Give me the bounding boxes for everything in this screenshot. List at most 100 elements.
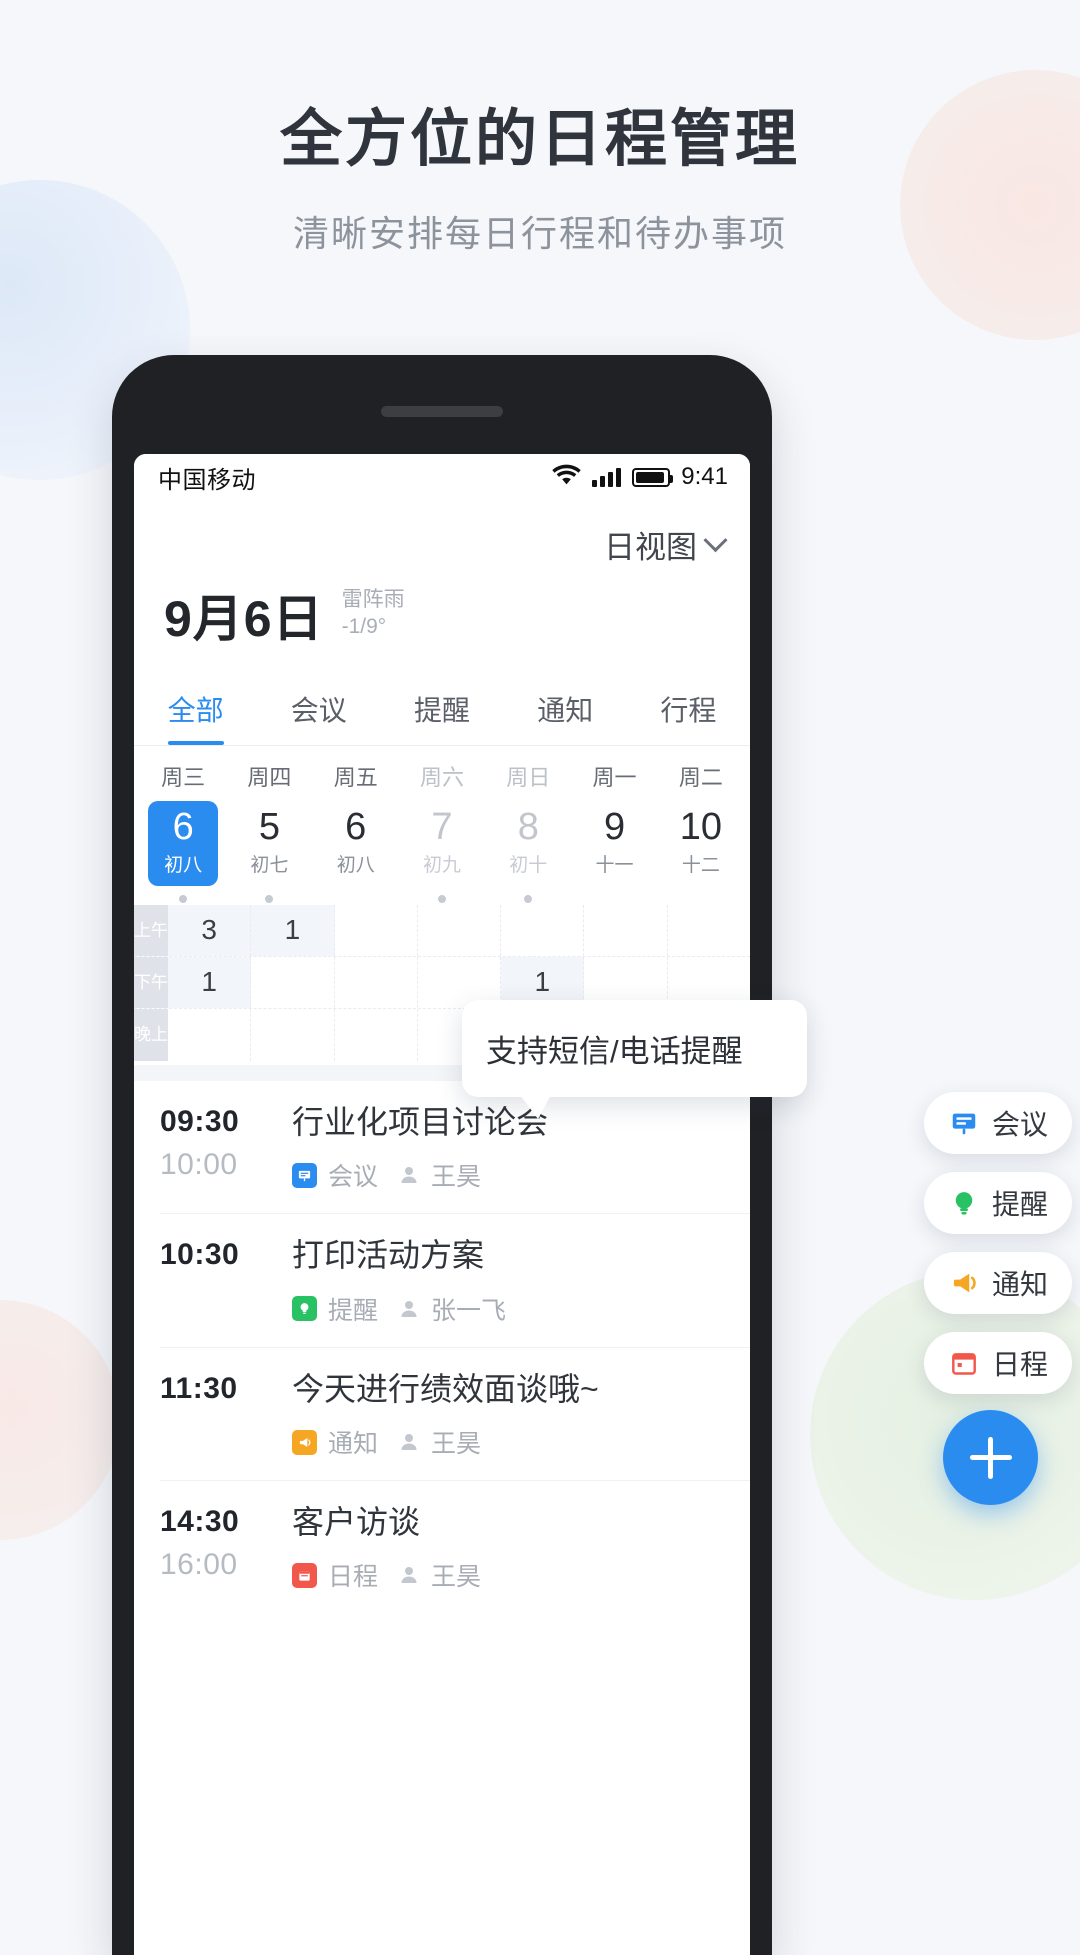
time-range: 14:30 16:00: [160, 1503, 268, 1593]
weekday-name: 周六: [419, 765, 464, 790]
status-icons: 9:41: [552, 463, 728, 491]
weather-temperature: -1/9°: [341, 615, 387, 639]
wifi-icon: [552, 464, 581, 490]
person-icon: [398, 1298, 420, 1320]
grid-cell[interactable]: [501, 904, 585, 956]
grid-cell[interactable]: 3: [168, 904, 252, 956]
period-label-evening: 晚上: [134, 1008, 168, 1061]
event-title: 打印活动方案: [292, 1237, 485, 1274]
grid-cell[interactable]: [584, 904, 668, 956]
weekday-dates-row: 6 初八 5 初七 6 初八 7 初九 8 初十 9 十一 10 十二: [140, 801, 744, 903]
weekday-name: 周四: [247, 765, 292, 790]
view-selector[interactable]: 日视图: [160, 500, 728, 567]
period-label-morning: 上午: [134, 904, 168, 956]
tab-all[interactable]: 全部: [134, 677, 257, 745]
day-pill[interactable]: 10 十二: [666, 801, 736, 886]
week-day-cell-5[interactable]: 9 十一: [571, 801, 657, 903]
day-lunar: 十一: [595, 854, 634, 876]
list-item[interactable]: 11:30 今天进行绩效面谈哦~ 通知 王昊: [160, 1348, 750, 1482]
event-person: 王昊: [431, 1563, 482, 1592]
chip-schedule[interactable]: 日程: [924, 1332, 1072, 1394]
time-range: 11:30: [160, 1370, 268, 1460]
phone-mockup: 中国移动 9:41 日视图 9月6日 雷阵雨 -1/9° 全部 会议 提醒 通知…: [112, 355, 772, 1955]
tab-reminder[interactable]: 提醒: [380, 677, 503, 745]
person-icon: [398, 1431, 420, 1453]
period-label-afternoon: 下午: [134, 956, 168, 1008]
status-time: 9:41: [681, 463, 728, 490]
feature-callout-tooltip: 支持短信/电话提醒: [462, 1000, 807, 1119]
page-subtitle: 清晰安排每日行程和待办事项: [292, 213, 787, 255]
grid-cell[interactable]: [251, 1008, 335, 1061]
weekday-name: 周二: [678, 765, 723, 790]
grid-cell[interactable]: [168, 1008, 252, 1061]
meeting-icon: [949, 1108, 979, 1138]
add-event-fab[interactable]: [943, 1410, 1038, 1505]
week-day-cell-4[interactable]: 8 初十: [485, 801, 571, 903]
grid-cell[interactable]: 1: [251, 904, 335, 956]
event-dot: [265, 894, 274, 903]
grid-cell[interactable]: [335, 904, 418, 956]
event-dot: [179, 894, 188, 903]
day-number: 5: [258, 806, 280, 848]
weather-description: 雷阵雨: [341, 588, 405, 612]
day-pill[interactable]: 5 初七: [234, 801, 304, 886]
grid-cell[interactable]: [335, 1008, 418, 1061]
list-item[interactable]: 09:30 10:00 行业化项目讨论会 会议 王昊: [160, 1081, 750, 1215]
view-selector-label: 日视图: [604, 530, 697, 565]
list-item[interactable]: 10:30 打印活动方案 提醒 张一飞: [160, 1214, 750, 1348]
tab-trip[interactable]: 行程: [627, 677, 750, 745]
event-title: 今天进行绩效面谈哦~: [292, 1370, 599, 1407]
week-day-cell-2[interactable]: 6 初八: [313, 801, 399, 903]
chip-reminder[interactable]: 提醒: [924, 1172, 1072, 1234]
signal-bars-icon: [592, 467, 622, 487]
day-pill-selected[interactable]: 6 初八: [148, 801, 219, 886]
week-day-cell-6[interactable]: 10 十二: [658, 801, 744, 903]
day-number: 9: [603, 806, 626, 848]
week-day-cell-0[interactable]: 6 初八: [140, 801, 226, 903]
week-strip: 周三 周四 周五 周六 周日 周一 周二 6 初八 5 初七 6 初八 7 初九…: [134, 746, 750, 905]
day-pill[interactable]: 7 初九: [407, 801, 477, 886]
day-pill[interactable]: 6 初八: [321, 801, 391, 886]
weekday-name: 周日: [506, 765, 551, 790]
week-day-cell-3[interactable]: 7 初九: [399, 801, 485, 903]
list-item[interactable]: 14:30 16:00 客户访谈 日程 王昊: [160, 1481, 750, 1613]
chip-meeting[interactable]: 会议: [924, 1092, 1072, 1154]
day-lunar: 初七: [250, 854, 289, 876]
calendar-icon: [292, 1562, 317, 1588]
bulb-icon: [292, 1296, 317, 1322]
grid-cell[interactable]: [335, 956, 418, 1008]
time-range: 10:30: [160, 1236, 268, 1326]
event-tag: 提醒: [328, 1296, 379, 1325]
day-number: 7: [431, 806, 453, 848]
chip-notice[interactable]: 通知: [924, 1252, 1072, 1314]
day-number: 6: [345, 806, 367, 848]
megaphone-icon: [292, 1429, 317, 1455]
current-date[interactable]: 9月6日: [164, 579, 324, 651]
day-number: 8: [517, 806, 539, 848]
week-day-cell-1[interactable]: 5 初七: [226, 801, 312, 903]
event-person: 张一飞: [431, 1296, 507, 1325]
grid-cell[interactable]: [668, 905, 750, 956]
day-pill[interactable]: 8 初十: [493, 801, 563, 886]
day-lunar: 初八: [336, 854, 375, 876]
grid-row-morning: 上午 3 1: [134, 904, 750, 957]
weekday-name: 周五: [333, 765, 378, 790]
weekday-name: 周一: [592, 765, 637, 790]
event-dot: [437, 894, 446, 903]
grid-cell[interactable]: 1: [168, 956, 252, 1008]
day-pill[interactable]: 9 十一: [580, 801, 650, 886]
event-person: 王昊: [431, 1163, 482, 1192]
day-lunar: 初九: [422, 854, 461, 876]
event-dot: [524, 894, 533, 903]
meeting-icon: [292, 1162, 317, 1188]
event-end-time: 10:00: [160, 1147, 238, 1181]
page-title: 全方位的日程管理: [279, 105, 800, 174]
tab-notice[interactable]: 通知: [504, 677, 627, 745]
tab-meeting[interactable]: 会议: [257, 677, 380, 745]
person-icon: [398, 1164, 420, 1186]
app-header: 日视图 9月6日 雷阵雨 -1/9°: [134, 500, 750, 677]
floating-category-chips: 会议 提醒 通知 日程: [924, 1092, 1072, 1412]
grid-cell[interactable]: [251, 956, 335, 1008]
day-lunar: 十二: [681, 854, 720, 876]
grid-cell[interactable]: [418, 904, 502, 956]
